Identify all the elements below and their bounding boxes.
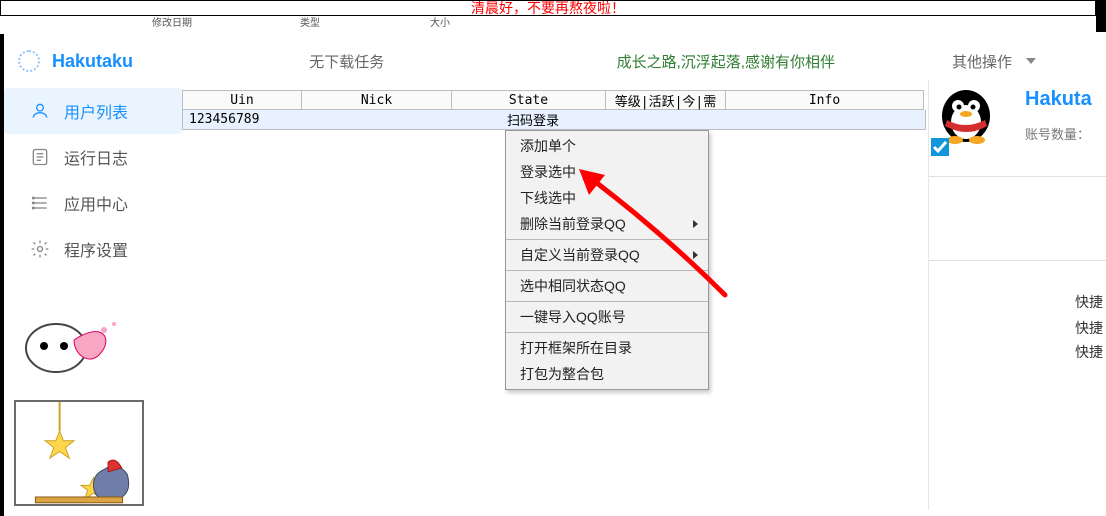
other-ops-dropdown[interactable]: 其他操作: [940, 51, 1100, 72]
menu-label: 一键导入QQ账号: [520, 307, 626, 327]
cell-uin: 123456789: [183, 110, 303, 129]
apps-icon: [30, 193, 50, 213]
menu-add-single[interactable]: 添加单个: [506, 133, 708, 159]
sidebar-item-settings[interactable]: 程序设置: [4, 226, 182, 272]
bg-col-3: 大小: [430, 14, 450, 29]
account-count-label: 账号数量：: [1025, 124, 1090, 143]
shortcut-item[interactable]: 快捷: [1075, 292, 1103, 312]
th-nick[interactable]: Nick: [302, 90, 452, 110]
brand: Hakutaku: [4, 50, 182, 72]
other-ops-label: 其他操作: [952, 51, 1012, 72]
menu-label: 下线选中: [520, 188, 576, 208]
sidebar-item-users[interactable]: 用户列表: [4, 88, 182, 134]
bg-col-2: 类型: [300, 14, 320, 29]
chevron-down-icon: [1026, 58, 1036, 64]
sidebar-item-label: 程序设置: [64, 237, 128, 261]
sidebar-item-label: 应用中心: [64, 191, 128, 215]
header-motto: 成长之路,沉浮起落,感谢有你相伴: [512, 51, 940, 72]
bunny-decoration: [14, 300, 124, 380]
menu-custom-current[interactable]: 自定义当前登录QQ: [506, 242, 708, 268]
menu-label: 添加单个: [520, 136, 576, 156]
shortcut-item[interactable]: 快捷: [1075, 318, 1103, 338]
menu-label: 打包为整合包: [520, 364, 604, 384]
accounts-table: Uin Nick State 等级|活跃|今|需 Info 123456789 …: [182, 90, 926, 130]
menu-pack-bundle[interactable]: 打包为整合包: [506, 361, 708, 387]
menu-label: 删除当前登录QQ: [520, 214, 626, 234]
qq-penguin-icon: [933, 80, 999, 146]
menu-delete-current[interactable]: 删除当前登录QQ: [506, 211, 708, 237]
background-window-header: 修改日期 类型 大小: [0, 18, 1096, 30]
menu-label: 选中相同状态QQ: [520, 276, 626, 296]
table-row[interactable]: 123456789 扫码登录: [182, 110, 926, 130]
menu-import-accounts[interactable]: 一键导入QQ账号: [506, 304, 708, 330]
context-menu: 添加单个 登录选中 下线选中 删除当前登录QQ 自定义当前登录QQ 选中相同状态…: [505, 130, 709, 390]
sidebar-item-label: 用户列表: [64, 99, 128, 123]
banner-text: 清晨好，不要再熬夜啦！: [471, 0, 625, 16]
menu-logout-selected[interactable]: 下线选中: [506, 185, 708, 211]
divider: [929, 176, 1106, 177]
star-cat-card: [14, 400, 144, 506]
th-uin[interactable]: Uin: [182, 90, 302, 110]
bg-col-1: 修改日期: [152, 14, 192, 29]
cell-nick: [303, 110, 453, 129]
th-state[interactable]: State: [452, 90, 606, 110]
sidebar-item-apps[interactable]: 应用中心: [4, 180, 182, 226]
menu-select-same-state[interactable]: 选中相同状态QQ: [506, 273, 708, 299]
divider: [929, 260, 1106, 261]
shortcut-item[interactable]: 快捷: [1075, 342, 1103, 362]
sidebar-item-label: 运行日志: [64, 145, 128, 169]
th-level[interactable]: 等级|活跃|今|需: [606, 90, 726, 110]
brand-name: Hakutaku: [52, 51, 133, 72]
th-info[interactable]: Info: [726, 90, 924, 110]
user-icon: [30, 101, 50, 121]
cell-state: 扫码登录: [453, 110, 607, 129]
table-header: Uin Nick State 等级|活跃|今|需 Info: [182, 90, 926, 110]
menu-open-dir[interactable]: 打开框架所在目录: [506, 335, 708, 361]
gear-icon: [30, 239, 50, 259]
cell-level: [607, 110, 727, 129]
sidebar: 用户列表 运行日志 应用中心 程序设置: [4, 88, 182, 272]
right-panel: Hakuta 账号数量： 快捷 快捷 快捷: [928, 80, 1106, 510]
menu-label: 打开框架所在目录: [520, 338, 632, 358]
brand-logo-icon: [18, 50, 40, 72]
right-panel-title: Hakuta: [1025, 88, 1092, 111]
verified-check-icon: [931, 138, 949, 156]
download-status: 无下载任务: [182, 51, 512, 72]
submenu-arrow-icon: [693, 251, 698, 259]
sidebar-item-logs[interactable]: 运行日志: [4, 134, 182, 180]
menu-login-selected[interactable]: 登录选中: [506, 159, 708, 185]
log-icon: [30, 147, 50, 167]
submenu-arrow-icon: [693, 220, 698, 228]
menu-label: 自定义当前登录QQ: [520, 245, 640, 265]
cell-info: [727, 110, 925, 129]
menu-label: 登录选中: [520, 162, 576, 182]
